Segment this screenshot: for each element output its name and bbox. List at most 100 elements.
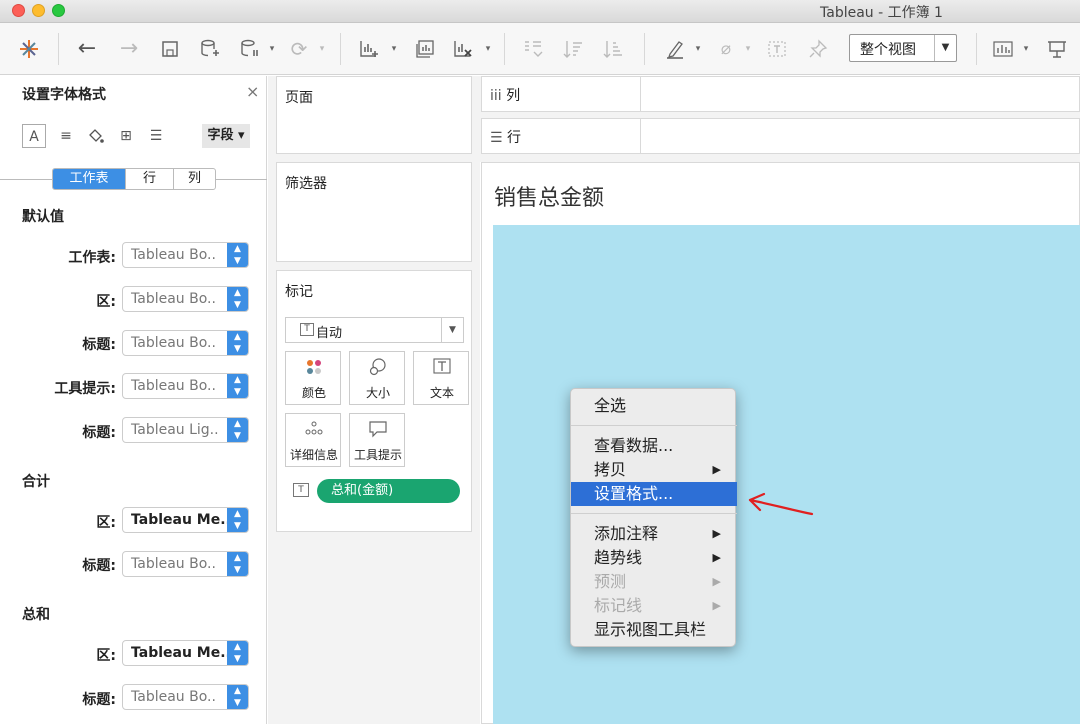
chevron-down-icon[interactable]: ▾ <box>742 35 754 63</box>
rows-shelf: ☰ 行 <box>481 118 1080 154</box>
chevron-down-icon[interactable]: ▼ <box>934 35 956 61</box>
minimize-window-button[interactable] <box>32 4 45 17</box>
columns-shelf-label: iii 列 <box>490 88 521 104</box>
save-icon[interactable] <box>156 35 184 63</box>
format-scope-tabs: 工作表 行 列 <box>52 168 216 190</box>
size-icon <box>350 358 406 380</box>
font-select[interactable]: Tableau Bo.. ▲ ▼ <box>122 242 249 268</box>
pages-card-title: 页面 <box>285 90 313 106</box>
font-row-label: 工具提示: <box>54 381 116 397</box>
font-row-label: 标题: <box>82 558 116 574</box>
columns-drop-zone[interactable] <box>640 77 1080 111</box>
sort-descending-icon[interactable] <box>598 35 628 63</box>
mark-type-dropdown[interactable]: T 自动 ▼ <box>285 317 464 343</box>
detail-button[interactable]: 详细信息 <box>285 413 341 467</box>
font-row-label: 标题: <box>82 692 116 708</box>
sort-ascending-icon[interactable] <box>558 35 588 63</box>
menu-separator <box>571 425 737 426</box>
chevron-down-icon[interactable]: ▾ <box>266 35 278 63</box>
marks-card: 标记 T 自动 ▼ 颜色 大小 文本 详细信息 工具提示 T 总和(金额) <box>276 270 472 532</box>
font-select[interactable]: Tableau Me.. ▲ ▼ <box>122 507 249 533</box>
pause-updates-icon[interactable] <box>236 35 264 63</box>
text-mark-icon: T <box>293 483 309 497</box>
menu-item-trend-lines[interactable]: 趋势线 ▶ <box>571 546 737 570</box>
stepper-icon: ▲ ▼ <box>227 418 248 442</box>
chevron-down-icon[interactable]: ▾ <box>692 35 704 63</box>
swap-rows-columns-icon[interactable] <box>518 35 548 63</box>
chevron-down-icon: ▼ <box>441 318 463 342</box>
tab-columns[interactable]: 列 <box>173 169 215 189</box>
tooltip-button[interactable]: 工具提示 <box>349 413 405 467</box>
section-grand-totals: 总和 <box>22 607 50 623</box>
tableau-logo-icon[interactable] <box>16 35 42 63</box>
lines-icon[interactable]: ☰ <box>144 124 168 148</box>
presentation-mode-icon[interactable] <box>1042 35 1072 63</box>
font-select[interactable]: Tableau Bo.. ▲ ▼ <box>122 684 249 710</box>
rows-icon: ☰ <box>490 130 508 146</box>
highlight-pen-icon[interactable] <box>660 35 690 63</box>
back-arrow-icon[interactable]: ← <box>72 35 102 63</box>
chevron-down-icon[interactable]: ▾ <box>388 35 400 63</box>
mark-type-value: 自动 <box>316 326 343 341</box>
font-select[interactable]: Tableau Me.. ▲ ▼ <box>122 640 249 666</box>
clear-sheet-icon[interactable] <box>448 35 478 63</box>
new-datasource-icon[interactable] <box>196 35 224 63</box>
menu-item-copy[interactable]: 拷贝 ▶ <box>571 458 737 482</box>
view-title[interactable]: 销售总金额 <box>494 180 604 212</box>
font-select[interactable]: Tableau Bo.. ▲ ▼ <box>122 373 249 399</box>
forward-arrow-icon[interactable]: → <box>114 35 144 63</box>
stepper-icon: ▲ ▼ <box>227 374 248 398</box>
font-row-label: 区: <box>96 648 116 664</box>
rows-drop-zone[interactable] <box>640 119 1080 153</box>
menu-item-annotate[interactable]: 添加注释 ▶ <box>571 522 737 546</box>
font-select[interactable]: Tableau Bo.. ▲ ▼ <box>122 551 249 577</box>
close-icon[interactable]: × <box>246 82 259 101</box>
font-select[interactable]: Tableau Bo.. ▲ ▼ <box>122 286 249 312</box>
font-row-label: 标题: <box>82 337 116 353</box>
alignment-icon[interactable]: ≡ <box>54 124 78 148</box>
menu-item-select-all[interactable]: 全选 <box>571 394 737 418</box>
field-scope-dropdown[interactable]: 字段 ▾ <box>202 124 250 148</box>
stepper-icon: ▲ ▼ <box>227 287 248 311</box>
menu-item-format[interactable]: 设置格式... <box>571 482 737 506</box>
view-size-dropdown[interactable]: 整个视图 ▼ <box>849 34 957 62</box>
pages-card[interactable]: 页面 <box>276 76 472 154</box>
shading-icon[interactable] <box>84 124 108 148</box>
refresh-icon[interactable]: ⟳ <box>284 35 314 63</box>
sum-amount-pill[interactable]: 总和(金额) <box>317 479 460 503</box>
font-icon[interactable]: A <box>22 124 46 148</box>
font-select-value: Tableau Bo.. <box>131 247 216 263</box>
font-select-value: Tableau Bo.. <box>131 556 216 572</box>
pin-icon[interactable] <box>804 35 832 63</box>
paperclip-icon[interactable]: ⌀ <box>712 35 740 63</box>
size-button[interactable]: 大小 <box>349 351 405 405</box>
font-select[interactable]: Tableau Bo.. ▲ ▼ <box>122 330 249 356</box>
color-button[interactable]: 颜色 <box>285 351 341 405</box>
chevron-down-icon[interactable]: ▾ <box>1020 35 1032 63</box>
color-palette-icon <box>286 358 342 380</box>
menu-item-forecast: 预测 ▶ <box>571 570 737 594</box>
zoom-window-button[interactable] <box>52 4 65 17</box>
font-select-value: Tableau Lig.. <box>131 422 219 438</box>
font-select[interactable]: Tableau Lig.. ▲ ▼ <box>122 417 249 443</box>
borders-icon[interactable]: ⊞ <box>114 124 138 148</box>
new-worksheet-icon[interactable] <box>354 35 384 63</box>
filters-card[interactable]: 筛选器 <box>276 162 472 262</box>
show-labels-icon[interactable] <box>762 35 792 63</box>
tab-rows[interactable]: 行 <box>125 169 173 189</box>
stepper-icon: ▲ ▼ <box>227 552 248 576</box>
show-me-icon[interactable] <box>988 35 1018 63</box>
tab-worksheet[interactable]: 工作表 <box>53 169 125 189</box>
menu-item-reference-lines: 标记线 ▶ <box>571 594 737 618</box>
close-window-button[interactable] <box>12 4 25 17</box>
menu-item-show-view-toolbar[interactable]: 显示视图工具栏 <box>571 618 737 642</box>
menu-item-view-data[interactable]: 查看数据... <box>571 434 737 458</box>
font-row-label: 区: <box>96 294 116 310</box>
chevron-down-icon[interactable]: ▾ <box>316 35 328 63</box>
text-mark-icon: T <box>300 323 314 336</box>
duplicate-sheet-icon[interactable] <box>410 35 440 63</box>
text-button[interactable]: 文本 <box>413 351 469 405</box>
chevron-down-icon[interactable]: ▾ <box>482 35 494 63</box>
detail-dots-icon <box>286 420 342 440</box>
view-size-value: 整个视图 <box>860 42 916 58</box>
